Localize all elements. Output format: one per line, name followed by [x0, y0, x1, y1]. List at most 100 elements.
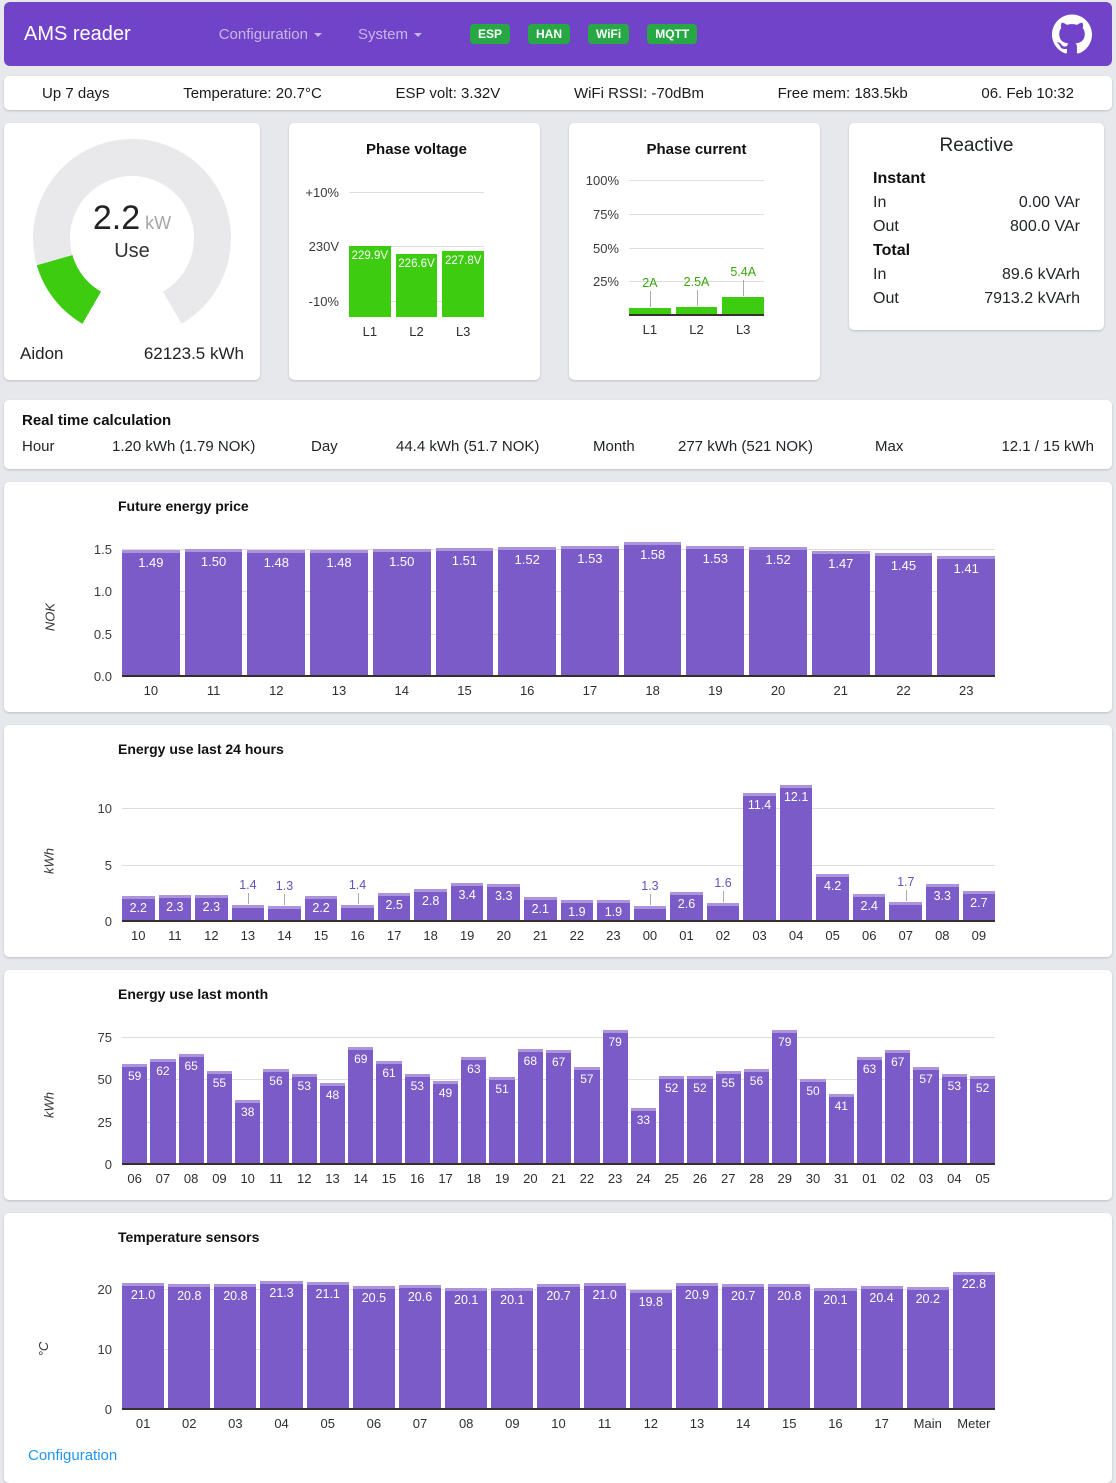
label-leader-line — [358, 893, 359, 904]
bars: 5962655538565348696153496351686757793352… — [122, 1024, 995, 1164]
bar-value-label: 79 — [772, 1035, 797, 1049]
bar: 69 — [348, 1047, 373, 1164]
chart-title: Temperature sensors — [118, 1229, 1112, 1245]
bar-cell: 1.49 — [122, 536, 180, 676]
bar-value-label: 20.2 — [907, 1292, 949, 1306]
x-tick-label: 14 — [373, 683, 431, 698]
wifi-status-badge: WiFi — [588, 24, 629, 44]
bar: 2.5 — [378, 893, 411, 921]
bar-value-label: 2.3 — [195, 900, 228, 914]
datetime-text: 06. Feb 10:32 — [981, 85, 1074, 102]
nav-configuration-dropdown[interactable]: Configuration — [219, 26, 322, 43]
bar-cell: 1.4 — [232, 779, 265, 921]
realtime-title: Real time calculation — [22, 412, 1094, 429]
bar-value-label: 20.1 — [814, 1293, 856, 1307]
bar-cell: 20.2 — [907, 1267, 949, 1409]
x-tick-label: 18 — [414, 928, 447, 943]
x-tick-label: 02 — [885, 1171, 910, 1186]
x-tick-label: 21 — [546, 1171, 571, 1186]
bar: 1.50 — [185, 549, 243, 676]
bar: 3.3 — [926, 884, 959, 921]
x-tick-label: 12 — [630, 1416, 672, 1431]
energy-month-chart: kWh 025507559626555385653486961534963516… — [122, 1024, 995, 1186]
bar-cell: 50 — [800, 1024, 825, 1164]
bar-value-label: 20.4 — [861, 1291, 903, 1305]
x-tick-label: 13 — [320, 1171, 345, 1186]
bar-cell: 1.50 — [373, 536, 431, 676]
app-header: AMS reader Configuration System ESP HAN … — [4, 2, 1112, 66]
nav-system-dropdown[interactable]: System — [358, 26, 422, 43]
bar-value-label: 19.8 — [630, 1295, 672, 1309]
bar: 52 — [687, 1076, 712, 1164]
bar-cell: 20.4 — [861, 1267, 903, 1409]
bar-value-label: 52 — [687, 1081, 712, 1095]
configuration-link[interactable]: Configuration — [28, 1447, 117, 1464]
bar: 68 — [518, 1049, 543, 1164]
bar-value-label: 22.8 — [953, 1277, 995, 1291]
nav-configuration-label: Configuration — [219, 26, 308, 43]
label-leader-line — [284, 894, 285, 905]
bar: 1.49 — [122, 550, 180, 676]
bar-value-label: 226.6V — [396, 258, 438, 270]
bar-cell: 3.4 — [451, 779, 484, 921]
bar-value-label: 4.2 — [816, 879, 849, 893]
bar-cell: 62 — [150, 1024, 175, 1164]
x-tick-label: 06 — [353, 1416, 395, 1431]
bar-value-label: 12.1 — [780, 790, 813, 804]
rt-day-label: Day — [311, 438, 396, 455]
x-tick-label: Main — [907, 1416, 949, 1431]
bar-cell: 2.3 — [195, 779, 228, 921]
y-tick-label: 10 — [67, 801, 112, 816]
gauge-mode-label: Use — [114, 240, 150, 263]
x-tick-label: 03 — [214, 1416, 256, 1431]
bar-value-label: 48 — [320, 1088, 345, 1102]
x-tick-label: 01 — [857, 1171, 882, 1186]
x-tick-label: 17 — [561, 683, 619, 698]
bar: 1.51 — [436, 548, 494, 676]
temperature-text: Temperature: 20.7°C — [183, 85, 322, 102]
bar-value-label: 2.5 — [378, 898, 411, 912]
bar-value-label: 1.58 — [624, 547, 682, 562]
bar: 56 — [744, 1069, 769, 1164]
bar-cell: 20.6 — [399, 1267, 441, 1409]
y-axis-title: °C — [36, 1342, 51, 1357]
bar-value-label: 20.1 — [491, 1293, 533, 1307]
bar-cell: 55 — [716, 1024, 741, 1164]
x-tick-label: 21 — [524, 928, 557, 943]
bar-cell: 56 — [263, 1024, 288, 1164]
bar: 20.2 — [907, 1287, 949, 1409]
x-tick-label: 07 — [150, 1171, 175, 1186]
bar: 20.1 — [445, 1288, 487, 1409]
reactive-row: In0.00 VAr — [873, 191, 1080, 215]
x-axis-line — [629, 314, 764, 316]
phase-voltage-card: Phase voltage +10%230V-10%229.9V226.6V22… — [289, 123, 540, 380]
y-tick-label: 25 — [67, 1115, 112, 1130]
bar-cell: 2.2 — [122, 779, 155, 921]
chevron-down-icon — [314, 33, 322, 37]
y-tick-label: 0 — [67, 1402, 112, 1417]
x-tick-label: 05 — [816, 928, 849, 943]
x-tick-label: 23 — [597, 928, 630, 943]
x-tick-label: 30 — [800, 1171, 825, 1186]
x-axis-line — [122, 1408, 995, 1410]
bar-value-label: 1.48 — [310, 555, 368, 570]
bar-value-label: 20.8 — [214, 1289, 256, 1303]
x-tick-label: 22 — [574, 1171, 599, 1186]
github-icon[interactable] — [1052, 14, 1092, 54]
bar — [707, 903, 740, 921]
status-badges: ESP HAN WiFi MQTT — [470, 24, 697, 44]
x-tick-label: 14 — [348, 1171, 373, 1186]
y-tick-label: 100% — [574, 173, 619, 188]
bar-value-label: 20.8 — [768, 1289, 810, 1303]
x-tick-label: 11 — [584, 1416, 626, 1431]
bar-cell: 57 — [913, 1024, 938, 1164]
bar — [232, 905, 265, 921]
bars: 2.22.32.31.41.32.21.42.52.83.43.32.11.91… — [122, 779, 995, 921]
bar-cell: 21.0 — [122, 1267, 164, 1409]
bar: 3.4 — [451, 883, 484, 921]
rt-hour-label: Hour — [22, 438, 112, 455]
x-tick-label: 23 — [937, 683, 995, 698]
phase-current-card: Phase current 100%75%50%25%2A2.5A5.4A L1… — [569, 123, 820, 380]
y-tick-label: 50% — [574, 241, 619, 256]
bar: 49 — [433, 1081, 458, 1164]
